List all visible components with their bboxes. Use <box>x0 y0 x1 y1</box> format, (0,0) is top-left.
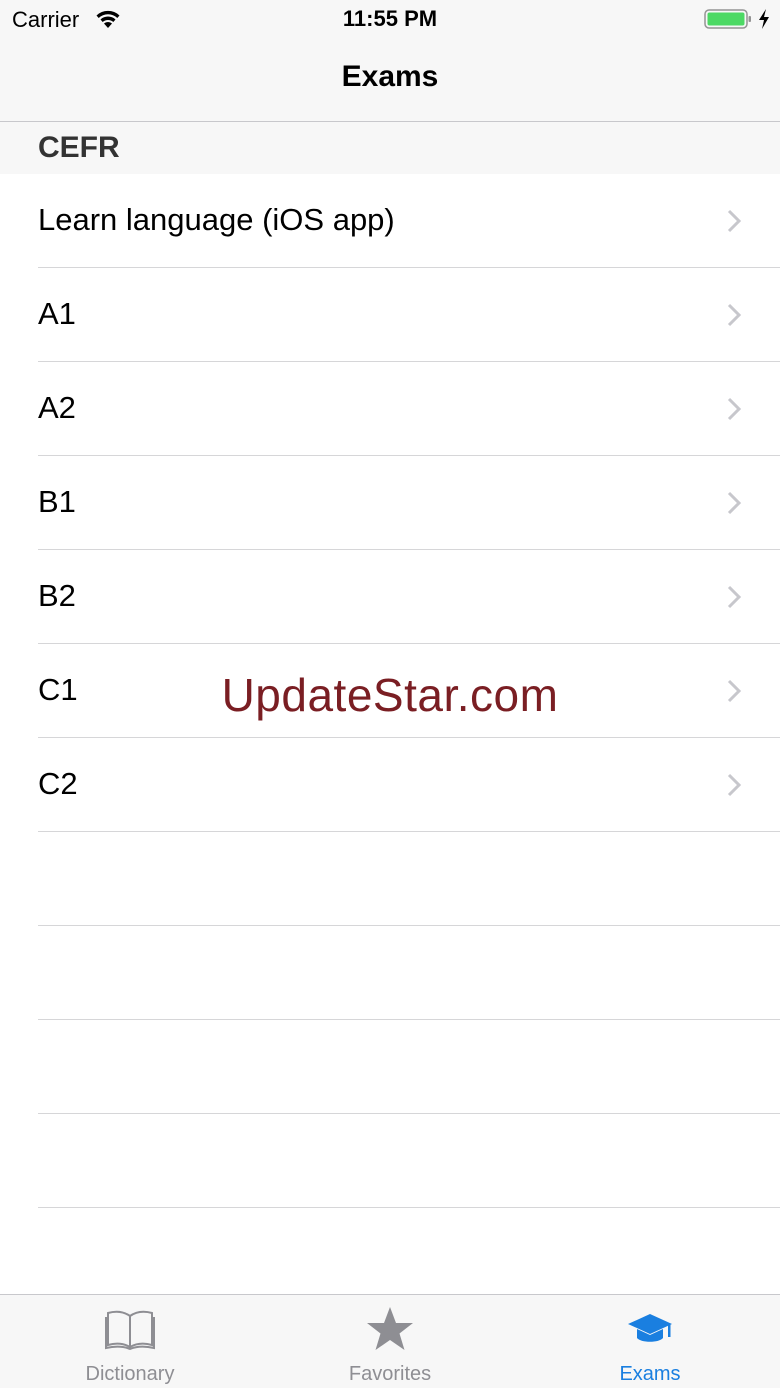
list-item[interactable]: A2 <box>0 362 780 456</box>
list-item[interactable]: B1 <box>0 456 780 550</box>
chevron-right-icon <box>727 585 742 609</box>
empty-row <box>0 926 780 1020</box>
list-item[interactable]: Learn language (iOS app) <box>0 174 780 268</box>
chevron-right-icon <box>727 303 742 327</box>
section-header: CEFR <box>0 122 780 174</box>
list-item-label: B2 <box>38 578 76 613</box>
list-item-label: B1 <box>38 484 76 519</box>
watermark: UpdateStar.com <box>221 669 559 721</box>
list-item-label: Learn language (iOS app) <box>38 202 395 237</box>
list-item-label: A2 <box>38 390 76 425</box>
star-icon <box>260 1305 520 1353</box>
status-time: 11:55 PM <box>342 6 438 31</box>
list-item-label: C2 <box>38 766 78 801</box>
chevron-right-icon <box>727 397 742 421</box>
list-item-label: A1 <box>38 296 76 331</box>
empty-row <box>0 832 780 926</box>
tab-label: Exams <box>619 1363 681 1385</box>
tab-dictionary[interactable]: Dictionary <box>0 1295 260 1388</box>
navigation-bar: Exams <box>0 40 780 122</box>
status-bar: Carrier 11:55 PM <box>0 0 780 40</box>
empty-row <box>0 1114 780 1208</box>
chevron-right-icon <box>727 773 742 797</box>
list-item[interactable]: C2 <box>0 738 780 832</box>
page-title: Exams <box>341 60 439 93</box>
tab-bar: Dictionary Favorites Exams <box>0 1294 780 1388</box>
charging-bolt-icon <box>759 9 769 29</box>
empty-row <box>0 1020 780 1114</box>
graduation-cap-icon <box>520 1305 780 1353</box>
chevron-right-icon <box>727 491 742 515</box>
list-item[interactable]: B2 <box>0 550 780 644</box>
tab-exams[interactable]: Exams <box>520 1295 780 1388</box>
book-icon <box>0 1305 260 1353</box>
chevron-right-icon <box>727 209 742 233</box>
list-item[interactable]: A1 <box>0 268 780 362</box>
battery-icon <box>704 9 751 29</box>
tab-label: Dictionary <box>85 1363 175 1385</box>
tab-label: Favorites <box>348 1363 432 1385</box>
tab-favorites[interactable]: Favorites <box>260 1295 520 1388</box>
section-title: CEFR <box>38 131 120 164</box>
